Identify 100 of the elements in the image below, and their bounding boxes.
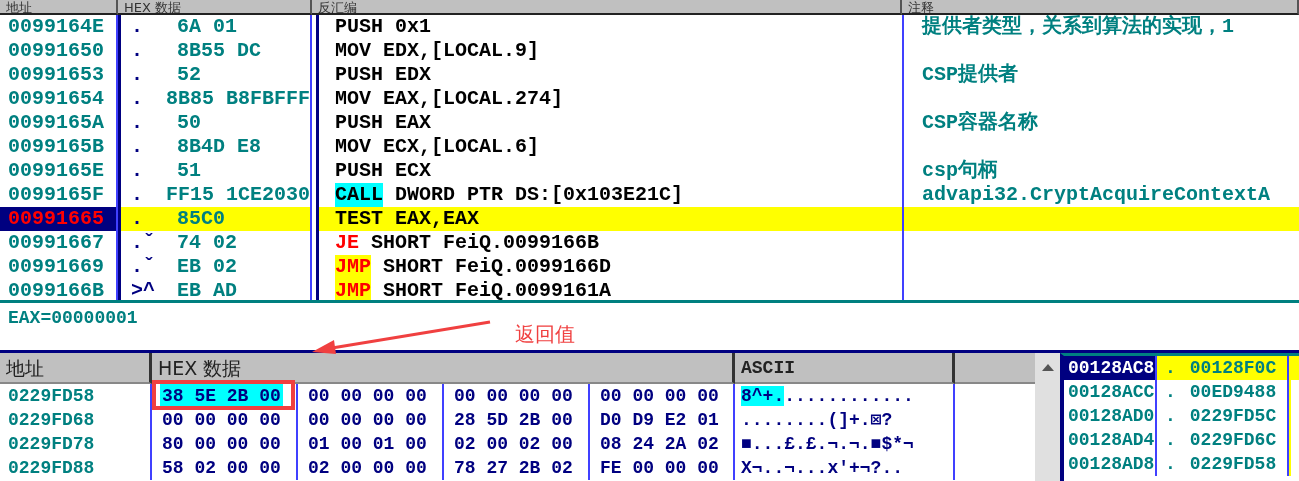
- address-cell: 0099166B: [0, 279, 118, 300]
- instruction-mnemonic: CALL: [335, 183, 383, 207]
- hex-bytes: 00 00 00 00: [161, 409, 282, 432]
- comment-cell: csp句柄: [902, 159, 1299, 183]
- address-cell: 00991667: [0, 231, 118, 255]
- instruction-mnemonic: PUSH: [335, 159, 383, 183]
- stack-address: 00128AC8: [1064, 356, 1157, 380]
- hex-bytes: 00 00 00 00: [453, 385, 574, 408]
- instruction-mnemonic: MOV: [335, 39, 371, 63]
- hex-bytes: 28 5D 2B 00: [453, 409, 574, 432]
- hex-bytes: 02 00 00 00: [307, 457, 428, 480]
- instruction-operands: EAX: [395, 111, 432, 135]
- instruction-operands: 0x1: [395, 15, 432, 39]
- address-cell: 00991654: [0, 87, 118, 111]
- instruction-mnemonic: MOV: [335, 135, 371, 159]
- address-cell: 0229FD78: [0, 432, 152, 456]
- hex-bytes: FE 00 00 00: [599, 457, 720, 480]
- jump-marker: >^: [131, 279, 156, 300]
- address-cell: 0099164E: [0, 15, 118, 39]
- instruction-mnemonic: JMP: [335, 255, 371, 279]
- instruction-mnemonic: TEST: [335, 207, 383, 231]
- jump-marker: .: [131, 15, 144, 39]
- address-cell: 0229FD58: [0, 384, 152, 408]
- stack-address: 00128AD0: [1064, 404, 1157, 428]
- jump-marker: .: [131, 207, 144, 231]
- instruction-operands: SHORT FeiQ.0099166D: [383, 255, 612, 279]
- address-cell: 0099165B: [0, 135, 118, 159]
- hex-bytes: 8B85 B8FBFFF: [165, 87, 310, 111]
- hex-bytes: 74 02: [177, 231, 237, 255]
- stack-dot: .: [1165, 381, 1176, 404]
- stack-address: 00128AD4: [1064, 428, 1157, 452]
- instruction-operands: SHORT FeiQ.0099166B: [371, 231, 600, 255]
- jump-marker: .: [131, 87, 144, 111]
- instruction-mnemonic: JE: [335, 231, 359, 255]
- instruction-operands: SHORT FeiQ.0099161A: [383, 279, 612, 300]
- column-header[interactable]: HEX 数据: [118, 0, 312, 15]
- stack-address: 00128ACC: [1064, 380, 1157, 404]
- instruction-operands: ECX,[LOCAL.6]: [383, 135, 540, 159]
- hex-bytes: 58 02 00 00: [161, 457, 282, 480]
- ascii-text: ■...£.£.¬.¬.■$*¬: [741, 434, 914, 454]
- instruction-operands: EDX: [395, 63, 432, 87]
- jump-marker: .ˇ: [131, 231, 156, 255]
- hex-bytes: 80 00 00 00: [161, 433, 282, 456]
- hex-bytes: 00 00 00 00: [307, 409, 428, 432]
- register-value: EAX=00000001: [8, 307, 139, 329]
- column-header[interactable]: ASCII: [735, 353, 955, 384]
- instruction-operands: EAX,EAX: [395, 207, 480, 231]
- hex-bytes: EB AD: [177, 279, 237, 300]
- stack-dot: .: [1165, 357, 1176, 380]
- hex-bytes: FF15 1CE2030: [165, 183, 310, 207]
- hex-bytes: 85C0: [177, 207, 225, 231]
- instruction-mnemonic: PUSH: [335, 63, 383, 87]
- stack-value: 00ED9488: [1189, 381, 1277, 404]
- stack-address: 00128AD8: [1064, 452, 1157, 476]
- scrollbar[interactable]: [1035, 353, 1060, 481]
- address-cell: 0099165A: [0, 111, 118, 135]
- instruction-mnemonic: JMP: [335, 279, 371, 300]
- comment-cell: CSP提供者: [902, 63, 1299, 87]
- address-cell: 00991665: [0, 207, 118, 231]
- jump-marker: .ˇ: [131, 255, 156, 279]
- instruction-operands: ECX: [395, 159, 432, 183]
- hex-bytes: 08 24 2A 02: [599, 433, 720, 456]
- stack-value: 0229FD5C: [1189, 405, 1277, 428]
- comment-cell: CSP容器名称: [902, 111, 1299, 135]
- address-cell: 0229FD68: [0, 408, 152, 432]
- instruction-operands: EAX,[LOCAL.274]: [383, 87, 564, 111]
- hex-bytes: 78 27 2B 02: [453, 457, 574, 480]
- jump-marker: .: [131, 39, 144, 63]
- address-cell: 00991669: [0, 255, 118, 279]
- address-cell: 00991650: [0, 39, 118, 63]
- ascii-text: ............: [784, 386, 914, 406]
- instruction-mnemonic: PUSH: [335, 15, 383, 39]
- hex-bytes: 8B55 DC: [177, 39, 261, 63]
- hex-bytes: 01 00 01 00: [307, 433, 428, 456]
- stack-dot: .: [1165, 429, 1176, 452]
- stack-value: 0229FD58: [1189, 453, 1277, 476]
- jump-marker: .: [131, 159, 144, 183]
- address-cell: 00991653: [0, 63, 118, 87]
- column-header[interactable]: 注释: [902, 0, 1299, 15]
- scroll-up-icon[interactable]: [1041, 363, 1054, 371]
- hex-bytes: 6A 01: [177, 15, 237, 39]
- ascii-text: 8^+.: [741, 386, 785, 406]
- hex-bytes: 52: [177, 63, 201, 87]
- column-header[interactable]: HEX 数据: [152, 353, 735, 384]
- hex-bytes: 00 00 00 00: [599, 385, 720, 408]
- instruction-operands: EDX,[LOCAL.9]: [383, 39, 540, 63]
- hex-bytes: D0 D9 E2 01: [599, 409, 720, 432]
- jump-marker: .: [131, 111, 144, 135]
- hex-bytes: EB 02: [177, 255, 237, 279]
- column-header[interactable]: 地址: [0, 0, 118, 15]
- jump-marker: .: [131, 63, 144, 87]
- hex-bytes: 51: [177, 159, 201, 183]
- column-header[interactable]: 地址: [0, 353, 152, 384]
- hex-bytes: 50: [177, 111, 201, 135]
- instruction-mnemonic: PUSH: [335, 111, 383, 135]
- column-header[interactable]: 反汇编: [312, 0, 902, 15]
- hex-bytes: 38 5E 2B 00: [160, 384, 283, 408]
- stack-dot: .: [1165, 405, 1176, 428]
- address-cell: 0229FD88: [0, 456, 152, 480]
- ascii-text: X¬..¬...x'+¬?..: [741, 458, 904, 478]
